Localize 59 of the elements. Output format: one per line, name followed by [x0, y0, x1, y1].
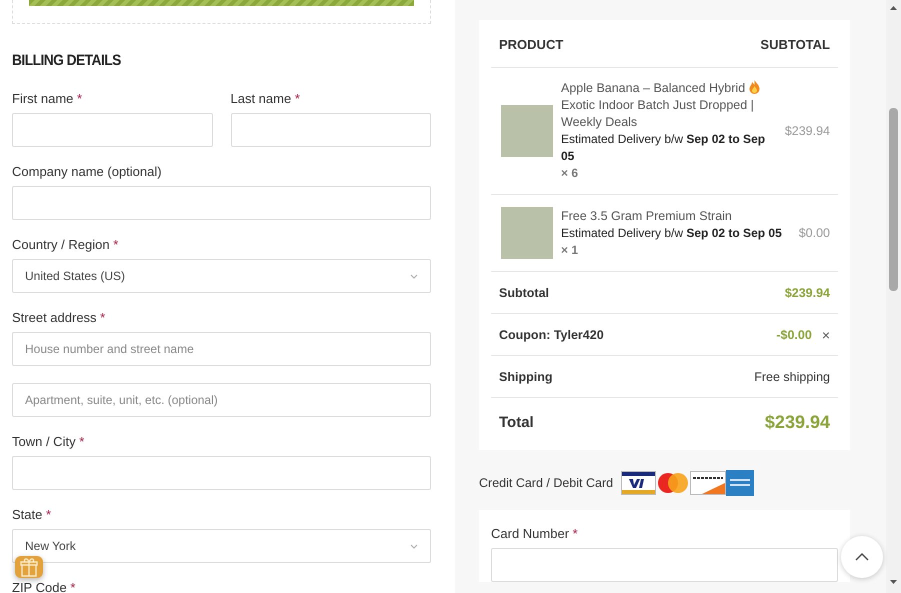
payment-method-label: Credit Card / Debit Card	[479, 476, 614, 490]
total-label: Coupon: Tyler420	[499, 328, 604, 342]
field-label: Country / Region	[12, 237, 110, 252]
total-value: Free shipping	[754, 370, 830, 384]
gift-button[interactable]	[15, 556, 43, 578]
required-mark: *	[77, 91, 82, 106]
section-heading: BILLING DETAILS	[12, 52, 122, 70]
chevron-down-icon	[410, 544, 418, 548]
required-mark: *	[70, 580, 76, 593]
required-mark: *	[294, 91, 300, 106]
total-value: $239.94	[784, 286, 830, 300]
input-field[interactable]	[230, 113, 431, 147]
product-name: Free 3.5 Gram Premium Strain	[561, 208, 732, 222]
total-label: Total	[499, 414, 534, 430]
field-label: First name	[12, 91, 74, 106]
card-logo-icon	[726, 470, 754, 496]
total-label: Subtotal	[499, 286, 549, 300]
product-name: Exotic Indoor Batch Just Dropped | Weekly Deals	[561, 98, 754, 129]
required-mark: *	[79, 434, 84, 449]
total-value: $239.94	[764, 412, 830, 432]
input-field[interactable]	[12, 456, 431, 490]
delivery-estimate: Estimated Delivery b/w Sep 02 to Sep 05	[561, 131, 766, 165]
chevron-up-icon	[855, 553, 869, 561]
input-field[interactable]	[491, 548, 838, 582]
photo-placeholder	[501, 207, 553, 259]
required-mark: *	[572, 526, 578, 541]
select-field[interactable]: United States (US)	[12, 259, 431, 293]
quantity: × 6	[561, 165, 580, 182]
field-label: Company name (optional)	[12, 164, 162, 179]
field-label: ZIP Code	[12, 580, 67, 593]
field-label: State	[12, 507, 42, 522]
field-label: Street address	[12, 310, 97, 325]
field-label: Last name	[230, 91, 292, 106]
price: $239.94	[784, 124, 830, 138]
column-header: SUBTOTAL	[760, 37, 830, 52]
product-name: Apple Banana – Balanced Hybrid	[561, 81, 746, 95]
field-label: Town / City	[12, 434, 76, 449]
required-mark: *	[100, 310, 106, 325]
column-header: PRODUCT	[499, 37, 564, 52]
price: $0.00	[798, 226, 830, 240]
input-field[interactable]: House number and street name	[12, 332, 431, 366]
required-mark: *	[113, 237, 118, 252]
input-field[interactable]	[12, 186, 431, 220]
card-logo-icon	[690, 471, 726, 495]
field-label: Card Number	[491, 526, 570, 541]
total-value: -$0.00	[776, 328, 812, 342]
required-mark: *	[46, 507, 52, 522]
card-logo-icon	[656, 471, 690, 495]
input-field[interactable]: Apartment, suite, unit, etc. (optional)	[12, 383, 431, 417]
delivery-estimate: Estimated Delivery b/w Sep 02 to Sep 05	[561, 224, 783, 242]
chevron-down-icon	[410, 274, 418, 278]
quantity: × 1	[561, 242, 580, 258]
input-field[interactable]	[12, 113, 212, 147]
remove-coupon-button[interactable]: ×	[822, 326, 830, 342]
photo-placeholder	[501, 105, 553, 157]
total-label: Shipping	[499, 370, 552, 384]
card-logo-icon	[621, 471, 656, 495]
gift-icon	[20, 557, 38, 577]
select-field[interactable]: New York	[12, 529, 431, 563]
